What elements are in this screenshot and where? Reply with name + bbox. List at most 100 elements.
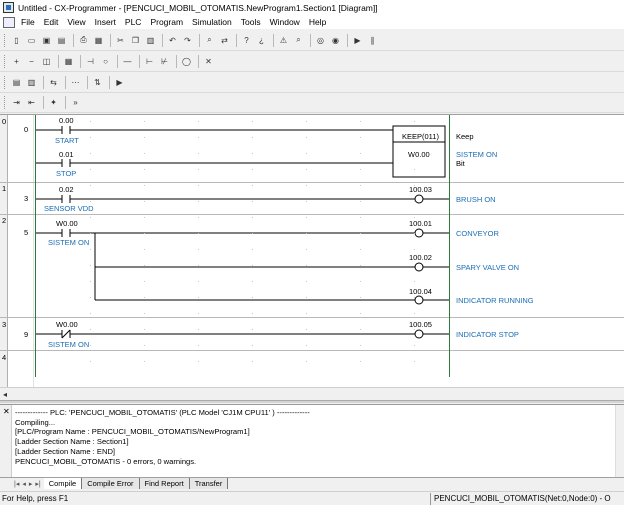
menu-view[interactable]: View [67, 17, 85, 27]
scroll-left-icon[interactable]: ◂ [3, 390, 7, 399]
bookmark-icon[interactable]: ✦ [47, 96, 60, 109]
coil-address: 100.03 [409, 185, 432, 194]
close-icon[interactable]: ✕ [3, 407, 10, 416]
indent-icon[interactable]: ⇥ [10, 96, 23, 109]
delete-icon[interactable]: ✕ [202, 55, 215, 68]
transfer-icon[interactable]: ⇅ [91, 76, 104, 89]
connect-icon[interactable]: ⇆ [47, 76, 60, 89]
menu-window[interactable]: Window [270, 17, 300, 27]
zoom-in-icon[interactable]: + [10, 55, 23, 68]
redo-icon[interactable]: ↷ [181, 34, 194, 47]
keep-instruction-title[interactable]: KEEP(011) [402, 132, 439, 141]
undo-icon[interactable]: ↶ [166, 34, 179, 47]
grid-icon[interactable]: ▦ [62, 55, 75, 68]
print-icon[interactable]: ⎙ [77, 34, 90, 47]
grid-dot [90, 281, 91, 282]
grid-dot [414, 265, 415, 266]
save-icon[interactable]: ▣ [40, 34, 53, 47]
grid-dot [252, 297, 253, 298]
print-preview-icon[interactable]: ▦ [92, 34, 105, 47]
toolbar-separator [87, 75, 88, 89]
zoom-fit-icon[interactable]: ◫ [40, 55, 53, 68]
contact-symbol: STOP [56, 169, 77, 178]
ladder-diagram[interactable]: 0 0 1 3 2 5 3 9 4 0.00 START 0.01 STOP K… [0, 114, 624, 387]
monitor-icon[interactable]: ◉ [329, 34, 342, 47]
zoom-out-icon[interactable]: − [25, 55, 38, 68]
menu-plc[interactable]: PLC [125, 17, 142, 27]
no-contact-icon[interactable]: ⊢ [143, 55, 156, 68]
paste-icon[interactable]: ▥ [144, 34, 157, 47]
replace-icon[interactable]: ⇄ [218, 34, 231, 47]
warning-icon[interactable]: ⚠ [277, 34, 290, 47]
next-icon[interactable]: » [69, 96, 82, 109]
toolbar-grip[interactable] [4, 96, 7, 109]
toolbar-grip[interactable] [4, 33, 7, 47]
toolbar-standard: ▯ ▭ ▣ ▤ ⎙ ▦ ✂ ❐ ▥ ↶ ↷ ⌕ ⇄? ¿ ⚠ ⌕ ◎ ◉ ▶ ∥ [0, 30, 624, 51]
run-icon[interactable]: ▶ [351, 34, 364, 47]
grid-dot [414, 297, 415, 298]
grid-dot [360, 169, 361, 170]
contact-address: W0.00 [56, 219, 78, 228]
contact-icon[interactable]: ⊣ [84, 55, 97, 68]
context-help-icon[interactable]: ¿ [255, 34, 268, 47]
tab-compile[interactable]: Compile [43, 478, 83, 489]
grid-dot [198, 297, 199, 298]
output-vertical-scrollbar[interactable] [615, 405, 624, 479]
horizontal-scrollbar[interactable]: ◂ [0, 387, 624, 403]
new-icon[interactable]: ▯ [10, 34, 23, 47]
coil-out-icon[interactable]: ◯ [180, 55, 193, 68]
open-icon[interactable]: ▭ [25, 34, 38, 47]
symbols-icon[interactable]: ▥ [25, 76, 38, 89]
toolbar-grip[interactable] [4, 54, 7, 68]
copy-icon[interactable]: ❐ [129, 34, 142, 47]
grid-dot [306, 345, 307, 346]
cut-icon[interactable]: ✂ [114, 34, 127, 47]
grid-dot [90, 313, 91, 314]
coil-icon[interactable]: ○ [99, 55, 112, 68]
step-icon[interactable]: ⋯ [69, 76, 82, 89]
tab-transfer[interactable]: Transfer [189, 478, 229, 489]
document-icon[interactable] [3, 16, 15, 28]
keep-instruction-operand[interactable]: W0.00 [408, 150, 430, 159]
coil-symbol: CONVEYOR [456, 229, 499, 238]
menu-file[interactable]: File [21, 17, 35, 27]
tab-prev-icon[interactable]: ◂ [22, 480, 26, 488]
output-line: PENCUCI_MOBIL_OTOMATIS - 0 errors, 0 war… [15, 456, 197, 466]
menu-simulation[interactable]: Simulation [192, 17, 232, 27]
line-icon[interactable]: — [121, 55, 134, 68]
search-icon[interactable]: ⌕ [292, 34, 305, 47]
menu-help[interactable]: Help [309, 17, 326, 27]
toolbar-separator [273, 33, 274, 47]
tab-last-icon[interactable]: ▸| [35, 480, 40, 488]
online-icon[interactable]: ◎ [314, 34, 327, 47]
output-line: [PLC/Program Name : PENCUCI_MOBIL_OTOMAT… [15, 427, 250, 437]
menu-program[interactable]: Program [150, 17, 183, 27]
nc-contact-icon[interactable]: ⊬ [158, 55, 171, 68]
tab-compile-error[interactable]: Compile Error [82, 478, 140, 489]
grid-dot [360, 217, 361, 218]
grid-dot [252, 169, 253, 170]
pane-splitter[interactable] [0, 400, 624, 403]
toolbar-separator [110, 33, 111, 47]
toolbar-grip[interactable] [4, 75, 7, 89]
grid-dot [144, 313, 145, 314]
save-all-icon[interactable]: ▤ [55, 34, 68, 47]
toolbar-separator [80, 54, 81, 68]
tab-find-report[interactable]: Find Report [139, 478, 190, 489]
grid-dot [144, 137, 145, 138]
grid-dot [90, 297, 91, 298]
grid-dot [144, 217, 145, 218]
tab-next-icon[interactable]: ▸ [29, 480, 33, 488]
find-icon[interactable]: ⌕ [203, 34, 216, 47]
menu-tools[interactable]: Tools [241, 17, 261, 27]
outdent-icon[interactable]: ⇤ [25, 96, 38, 109]
tab-first-icon[interactable]: |◂ [14, 480, 19, 488]
layout-icon[interactable]: ▤ [10, 76, 23, 89]
contact-symbol: START [55, 136, 79, 145]
menu-insert[interactable]: Insert [95, 17, 116, 27]
debug-icon[interactable]: ▶ [113, 76, 126, 89]
help-icon[interactable]: ? [240, 34, 253, 47]
toolbar-separator [65, 96, 66, 109]
menu-edit[interactable]: Edit [44, 17, 59, 27]
pause-icon[interactable]: ∥ [366, 34, 379, 47]
